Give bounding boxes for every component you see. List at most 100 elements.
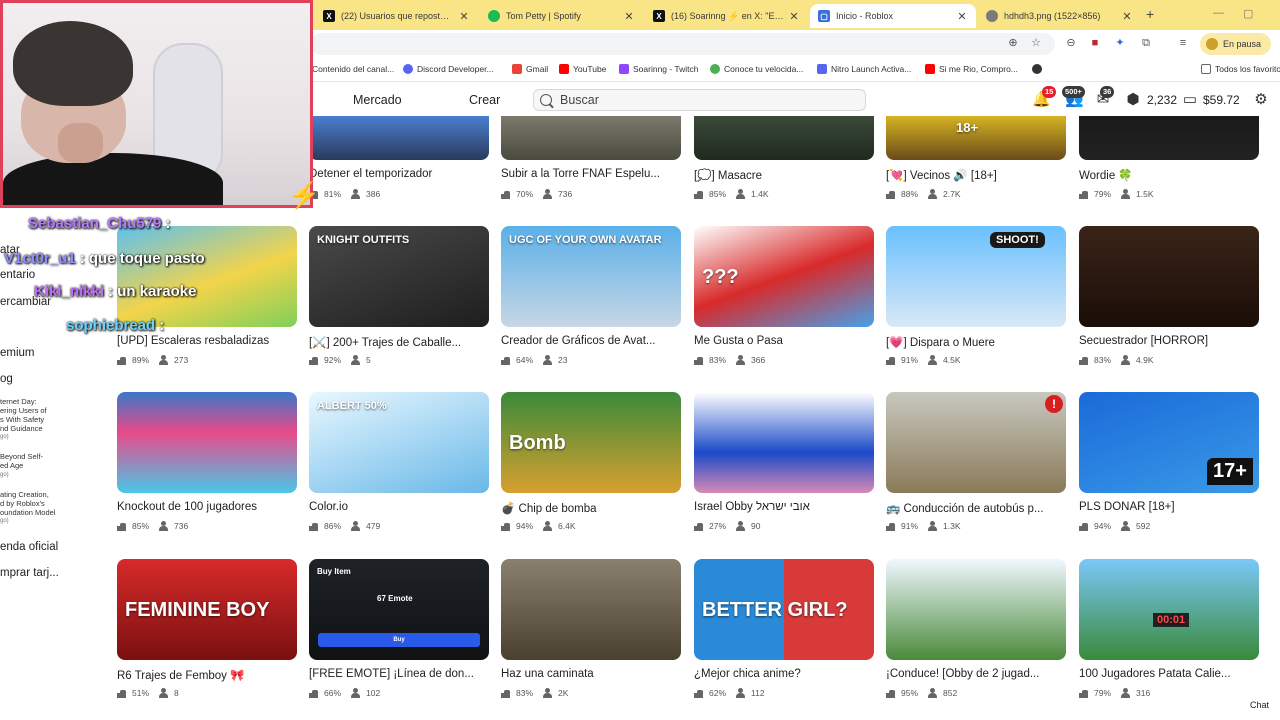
game-thumbnail[interactable]: Bomb: [501, 392, 681, 493]
game-card[interactable]: Haz una caminata 83% 2K: [501, 0, 681, 698]
game-player-count: 386: [366, 189, 381, 199]
thumbs-up-icon: [694, 356, 703, 365]
game-like-ratio: 88%: [901, 189, 919, 199]
game-title[interactable]: Secuestrador [HORROR]: [1079, 335, 1259, 347]
game-title[interactable]: Israel Obby אובי ישראל: [694, 501, 874, 513]
thumbnail-subcaption: 67 Emote: [377, 594, 413, 603]
game-like-ratio: 83%: [516, 688, 534, 698]
thumbnail-caption: ALBERT 50%: [317, 400, 387, 412]
game-title[interactable]: Subir a la Torre FNAF Espelu...: [501, 168, 681, 180]
game-thumbnail[interactable]: ALBERT 50%: [309, 392, 489, 493]
thumbs-up-icon: [117, 522, 126, 531]
players-icon: [159, 688, 169, 698]
sidebar-news-2[interactable]: Beyond Self- ed Age: [0, 452, 43, 470]
game-thumbnail[interactable]: [117, 226, 297, 327]
game-thumbnail[interactable]: 00:01: [1079, 559, 1259, 660]
game-title[interactable]: Wordie 🍀: [1079, 168, 1259, 182]
sidebar-item-inventory[interactable]: entario: [0, 269, 35, 281]
game-player-count: 1.3K: [943, 521, 961, 531]
sidebar-item-premium[interactable]: emium: [0, 347, 35, 359]
streamer-shirt: [3, 153, 223, 205]
game-card[interactable]: 00:01 100 Jugadores Patata Calie... 79% 316: [1079, 0, 1259, 698]
thumbs-up-icon: [886, 522, 895, 531]
thumbnail-buy-button: Buy: [318, 633, 480, 647]
game-title[interactable]: ¿Mejor chica anime?: [694, 668, 874, 680]
game-stats: 95% 852: [886, 688, 957, 698]
game-thumbnail[interactable]: [886, 392, 1066, 493]
game-like-ratio: 66%: [324, 688, 342, 698]
chat-username: V1ct0r_u1: [4, 250, 76, 267]
game-title[interactable]: R6 Trajes de Femboy 🎀: [117, 668, 297, 682]
game-stats: 85% 736: [117, 521, 188, 531]
game-title[interactable]: [⚔️] 200+ Trajes de Caballe...: [309, 335, 489, 349]
sidebar-item-gift-cards[interactable]: mprar tarj...: [0, 567, 59, 579]
game-thumbnail[interactable]: [501, 559, 681, 660]
game-player-count: 316: [1136, 688, 1151, 698]
game-thumbnail[interactable]: Buy Item 67 Emote Buy: [309, 559, 489, 660]
game-stats: 83% 4.9K: [1079, 355, 1154, 365]
game-stats: 86% 479: [309, 521, 380, 531]
game-like-ratio: 91%: [901, 521, 919, 531]
game-thumbnail[interactable]: [694, 392, 874, 493]
game-thumbnail[interactable]: 17+: [1079, 392, 1259, 493]
thumbs-up-icon: [694, 522, 703, 531]
game-title[interactable]: Knockout de 100 jugadores: [117, 501, 297, 513]
game-thumbnail[interactable]: KNIGHT OUTFITS: [309, 226, 489, 327]
game-title[interactable]: [💗] Dispara o Muere: [886, 335, 1066, 349]
thumbs-up-icon: [1079, 190, 1088, 199]
game-card[interactable]: ¡Conduce! [Obby de 2 jugad... 95% 852: [886, 0, 1066, 698]
extension-icon[interactable]: ⊖: [1064, 36, 1078, 50]
game-like-ratio: 83%: [1094, 355, 1112, 365]
sidebar-item-blog[interactable]: og: [0, 373, 13, 385]
game-thumbnail[interactable]: [117, 392, 297, 493]
game-stats: 91% 1.3K: [886, 521, 961, 531]
game-thumbnail[interactable]: UGC OF YOUR OWN AVATAR: [501, 226, 681, 327]
sidebar-news-1[interactable]: ternet Day: ering Users of s With Safety…: [0, 397, 47, 433]
game-like-ratio: 79%: [1094, 189, 1112, 199]
game-player-count: 112: [751, 688, 765, 698]
players-icon: [736, 688, 746, 698]
players-icon: [1121, 688, 1131, 698]
game-title[interactable]: 💣 Chip de bomba: [501, 501, 681, 515]
game-card[interactable]: Buy Item 67 Emote Buy [FREE EMOTE] ¡Línea d…: [309, 0, 489, 698]
game-title[interactable]: Me Gusta o Pasa: [694, 335, 874, 347]
game-thumbnail[interactable]: SHOOT!: [886, 226, 1066, 327]
game-player-count: 23: [558, 355, 568, 365]
game-like-ratio: 92%: [324, 355, 342, 365]
game-thumbnail[interactable]: ???: [694, 226, 874, 327]
game-player-count: 1.4K: [751, 189, 769, 199]
game-thumbnail[interactable]: [1079, 226, 1259, 327]
game-player-count: 102: [366, 688, 381, 698]
thumbs-up-icon: [309, 356, 318, 365]
game-title[interactable]: Detener el temporizador: [309, 168, 489, 180]
game-title[interactable]: Color.io: [309, 501, 489, 513]
game-stats: 89% 273: [117, 355, 188, 365]
game-title[interactable]: Haz una caminata: [501, 668, 681, 680]
players-icon: [736, 521, 746, 531]
chat-button[interactable]: Chat: [1250, 700, 1269, 710]
game-like-ratio: 83%: [709, 355, 727, 365]
game-title[interactable]: 100 Jugadores Patata Calie...: [1079, 668, 1259, 680]
game-card[interactable]: BETTER GIRL? ¿Mejor chica anime? 62% 112: [694, 0, 874, 698]
sidebar-item-official-store[interactable]: enda oficial: [0, 541, 58, 553]
chat-username: Kiki_nikki: [34, 283, 105, 300]
game-title[interactable]: [💭] Masacre: [694, 168, 874, 182]
game-title[interactable]: [UPD] Escaleras resbaladizas: [117, 335, 297, 347]
game-thumbnail[interactable]: BETTER GIRL?: [694, 559, 874, 660]
game-title[interactable]: ¡Conduce! [Obby de 2 jugad...: [886, 668, 1066, 680]
game-stats: 27% 90: [694, 521, 760, 531]
game-player-count: 5: [366, 355, 371, 365]
game-player-count: 8: [174, 688, 179, 698]
game-title[interactable]: Creador de Gráficos de Avat...: [501, 335, 681, 347]
streamer-hand: [58, 123, 103, 163]
game-thumbnail[interactable]: [886, 559, 1066, 660]
game-title[interactable]: PLS DONAR [18+]: [1079, 501, 1259, 513]
game-title[interactable]: 🚌 Conducción de autobús p...: [886, 501, 1066, 515]
game-stats: 94% 592: [1079, 521, 1150, 531]
game-thumbnail[interactable]: FEMININE BOY: [117, 559, 297, 660]
players-icon: [928, 521, 938, 531]
sidebar-news-3[interactable]: ating Creation, d by Roblox's oundation …: [0, 490, 55, 517]
spotify-icon: [488, 10, 500, 22]
game-title[interactable]: [FREE EMOTE] ¡Línea de don...: [309, 668, 489, 680]
game-title[interactable]: [💘] Vecinos 🔊 [18+]: [886, 168, 1066, 182]
